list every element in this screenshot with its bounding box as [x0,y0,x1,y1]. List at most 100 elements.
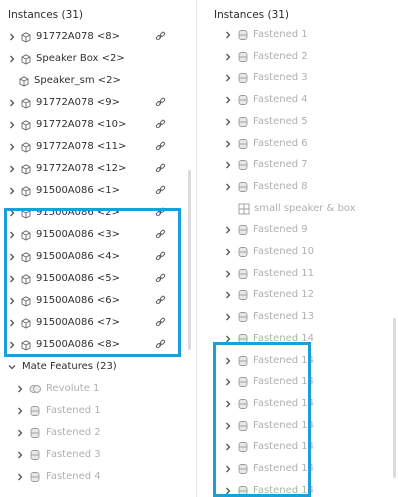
chevron-right-icon[interactable] [223,247,233,257]
mate-row[interactable]: Fastened 13 [199,306,398,328]
link-icon [155,119,166,130]
chevron-right-icon[interactable] [223,399,233,409]
mate-row[interactable]: Fastened 14 [199,350,398,372]
mate-row[interactable]: Fastened 4 [199,89,398,111]
instance-row[interactable]: 91500A086 <2> [0,202,196,224]
mate-row[interactable]: Revolute 1 [0,378,196,400]
chevron-right-icon[interactable] [223,290,233,300]
chevron-right-icon[interactable] [15,384,25,394]
mate-row[interactable]: Fastened 14 [199,458,398,480]
mate-label: Fastened 1 [46,405,101,416]
instance-row[interactable]: 91500A086 <6> [0,290,196,312]
chevron-right-icon[interactable] [223,486,233,496]
mate-label: Fastened 4 [46,471,101,482]
left-scrollbar[interactable] [188,170,191,350]
chevron-right-icon[interactable] [15,472,25,482]
fastened-icon [237,355,249,367]
chevron-down-icon[interactable] [7,362,17,372]
mate-row[interactable]: Fastened 14 [199,393,398,415]
mate-row[interactable]: Fastened 3 [199,67,398,89]
chevron-right-icon[interactable] [223,356,233,366]
mate-row[interactable]: Fastened 10 [199,241,398,263]
part-icon [20,141,32,153]
chevron-right-icon[interactable] [223,52,233,62]
chevron-right-icon[interactable] [223,139,233,149]
chevron-right-icon[interactable] [223,160,233,170]
instance-row[interactable]: 91500A086 <1> [0,180,196,202]
part-icon [20,97,32,109]
instance-row[interactable]: 91772A078 <11> [0,136,196,158]
instance-row[interactable]: 91500A086 <8> [0,334,196,356]
instance-row[interactable]: 91772A078 <12> [0,158,196,180]
instance-row[interactable]: 91500A086 <4> [0,246,196,268]
part-icon [20,273,32,285]
chevron-right-icon[interactable] [7,230,17,240]
chevron-right-icon[interactable] [7,120,17,130]
chevron-right-icon[interactable] [15,406,25,416]
instance-row[interactable]: Speaker Box <2> [0,48,196,70]
link-icon [155,97,166,108]
chevron-right-icon[interactable] [223,334,233,344]
mate-row[interactable]: Fastened 9 [199,219,398,241]
mate-row[interactable]: Fastened 14 [199,480,398,497]
mate-row[interactable]: Fastened 8 [199,176,398,198]
chevron-right-icon[interactable] [7,164,17,174]
revolute-icon [29,383,41,395]
link-icon [155,273,166,284]
chevron-right-icon[interactable] [7,252,17,262]
chevron-right-icon[interactable] [7,54,17,64]
fastened-icon [237,311,249,323]
mate-row[interactable]: Fastened 4 [0,466,196,488]
chevron-right-icon[interactable] [223,30,233,40]
mate-row[interactable]: Fastened 1 [199,24,398,46]
chevron-right-icon[interactable] [223,225,233,235]
chevron-right-icon[interactable] [223,312,233,322]
right-scrollbar[interactable] [393,318,396,478]
mate-row[interactable]: Fastened 3 [0,444,196,466]
mate-row[interactable]: Fastened 14 [199,436,398,458]
instance-row[interactable]: 91500A086 <7> [0,312,196,334]
chevron-right-icon[interactable] [223,421,233,431]
mate-row[interactable]: Fastened 2 [199,46,398,68]
chevron-right-icon[interactable] [7,142,17,152]
chevron-right-icon[interactable] [223,442,233,452]
chevron-right-icon[interactable] [223,269,233,279]
instance-row[interactable]: 91772A078 <10> [0,114,196,136]
chevron-right-icon[interactable] [7,274,17,284]
mate-row[interactable]: Fastened 1 [0,400,196,422]
instance-row[interactable]: 91500A086 <3> [0,224,196,246]
mate-row[interactable]: Fastened 5 [199,111,398,133]
chevron-right-icon[interactable] [7,98,17,108]
chevron-right-icon[interactable] [7,340,17,350]
instance-label: 91772A078 <9> [36,97,121,108]
chevron-right-icon[interactable] [7,208,17,218]
chevron-right-icon[interactable] [7,186,17,196]
chevron-right-icon[interactable] [223,182,233,192]
group-row[interactable]: small speaker & box [199,198,398,220]
mate-features-section[interactable]: Mate Features (23) [0,356,196,378]
instance-row[interactable]: Speaker_sm <2> [0,70,196,92]
instance-label: 91500A086 <1> [36,185,121,196]
mate-row[interactable]: Fastened 14 [199,415,398,437]
mate-label: Fastened 10 [253,246,314,257]
instance-row[interactable]: 91500A086 <5> [0,268,196,290]
mate-row[interactable]: Fastened 7 [199,154,398,176]
mate-row[interactable]: Fastened 2 [0,422,196,444]
mate-row[interactable]: Fastened 14 [199,371,398,393]
mate-row[interactable]: Fastened 14 [199,328,398,350]
instance-row[interactable]: 91772A078 <9> [0,92,196,114]
mate-row[interactable]: Fastened 6 [199,133,398,155]
chevron-right-icon[interactable] [7,296,17,306]
chevron-right-icon[interactable] [223,95,233,105]
chevron-right-icon[interactable] [223,464,233,474]
chevron-right-icon[interactable] [7,318,17,328]
chevron-right-icon[interactable] [223,377,233,387]
chevron-right-icon[interactable] [15,428,25,438]
chevron-right-icon[interactable] [223,73,233,83]
mate-row[interactable]: Fastened 11 [199,263,398,285]
chevron-right-icon[interactable] [15,450,25,460]
chevron-right-icon[interactable] [223,117,233,127]
mate-row[interactable]: Fastened 12 [199,284,398,306]
instance-row[interactable]: 91772A078 <8> [0,26,196,48]
chevron-right-icon[interactable] [7,32,17,42]
